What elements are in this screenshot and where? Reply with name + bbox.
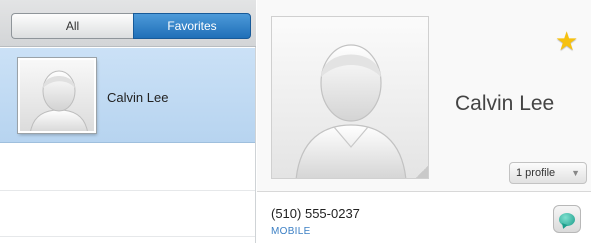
contact-detail-name: Calvin Lee [455,92,555,115]
contact-name: Calvin Lee [107,90,169,105]
send-message-button[interactable] [553,205,581,233]
list-divider [0,190,255,191]
contact-list-item[interactable]: Calvin Lee [0,48,255,143]
star-icon[interactable]: ★ [555,28,578,54]
contact-photo[interactable] [271,16,429,179]
tab-favorites[interactable]: Favorites [133,13,251,39]
chat-bubble-icon [559,212,575,226]
avatar-silhouette [30,70,88,131]
filter-segmented-control: All Favorites [0,0,256,47]
person-silhouette-icon [295,44,407,178]
detail-header: Calvin Lee ★ 1 profile ▼ [257,0,591,192]
person-silhouette-icon [18,58,96,133]
list-divider [0,236,255,237]
profile-label: 1 profile [516,167,556,179]
chevron-down-icon: ▼ [571,168,580,178]
phone-entry[interactable]: (510) 555-0237 MOBILE [257,193,591,243]
phone-number: (510) 555-0237 [271,206,360,221]
tab-all[interactable]: All [11,13,133,39]
phone-type-label: MOBILE [271,226,311,237]
contact-list-pane: All Favorites Calvin Lee [0,0,256,243]
contact-detail-pane: Calvin Lee ★ 1 profile ▼ (510) 555-0237 … [257,0,591,243]
profile-dropdown[interactable]: 1 profile ▼ [509,162,587,184]
